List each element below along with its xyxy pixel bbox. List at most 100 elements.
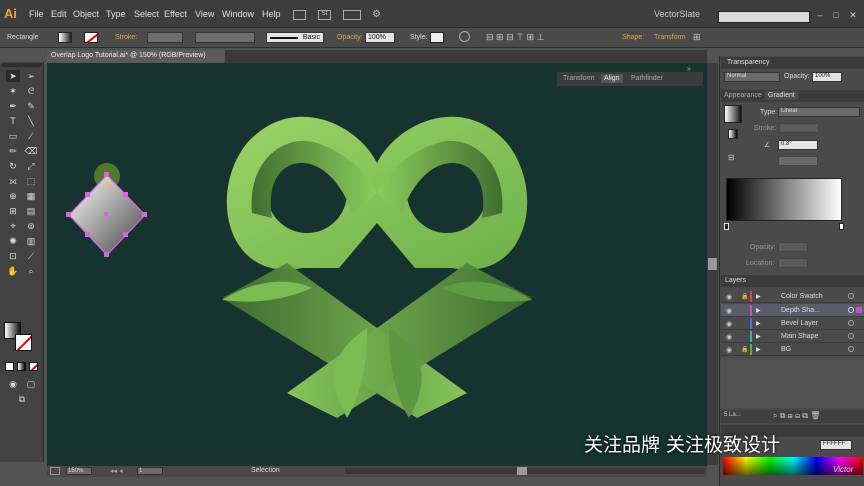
type-tool-icon[interactable]: T	[6, 115, 20, 127]
menu-select[interactable]: Select	[134, 9, 159, 19]
opacity-field[interactable]: 100%	[365, 32, 395, 43]
hand-tool-icon[interactable]: ✋	[6, 265, 20, 277]
layers-footer-icons[interactable]: ⌕ ⧉ ⊞ ⊟ ⧉ 🗑	[773, 411, 820, 421]
target-icon[interactable]	[848, 293, 854, 299]
gradient-preview-swatch[interactable]	[724, 105, 742, 123]
visibility-eye-icon[interactable]: ◉	[726, 320, 732, 328]
menu-file[interactable]: File	[29, 9, 44, 19]
color-mode-icon[interactable]	[5, 362, 14, 371]
search-input[interactable]	[718, 11, 810, 23]
menu-effect[interactable]: Effect	[164, 9, 187, 19]
bridge-icon[interactable]	[293, 10, 306, 20]
direct-selection-tool-icon[interactable]: ➢	[24, 70, 38, 82]
blend-mode-select[interactable]: Normal	[724, 72, 780, 82]
eraser-tool-icon[interactable]: ⌫	[24, 145, 38, 157]
layer-row[interactable]: ◉ 🔒 ▶ Color Swatch	[721, 290, 864, 303]
rectangle-tool-icon[interactable]: ▭	[6, 130, 20, 142]
tab-gradient[interactable]: Gradient	[765, 91, 798, 100]
hex-color-field[interactable]: FFFFFF	[820, 440, 852, 450]
target-icon[interactable]	[848, 320, 854, 326]
artboard-prev-icon[interactable]: ◂◂ ◂	[110, 467, 123, 475]
gradient-stop-left[interactable]	[724, 223, 729, 230]
lock-icon[interactable]: 🔒	[741, 293, 748, 300]
visibility-eye-icon[interactable]: ◉	[726, 346, 732, 354]
recolor-artwork-icon[interactable]	[459, 31, 470, 42]
line-tool-icon[interactable]: ╲	[24, 115, 38, 127]
mesh-tool-icon[interactable]: ⊞	[6, 205, 20, 217]
draw-mode-icon[interactable]: ◉	[6, 378, 20, 390]
layer-row[interactable]: ◉ ▶ Bevel Layer	[721, 317, 864, 330]
heart-logo-artwork[interactable]	[47, 63, 707, 465]
reverse-gradient-icon[interactable]	[728, 129, 738, 139]
graph-tool-icon[interactable]: ▥	[24, 235, 38, 247]
target-icon[interactable]	[848, 333, 854, 339]
tab-transform[interactable]: Transform	[560, 74, 598, 83]
pen-tool-icon[interactable]: ✒	[6, 100, 20, 112]
visibility-eye-icon[interactable]: ◉	[726, 293, 732, 301]
artboard-tool-icon[interactable]: ⊡	[6, 250, 20, 262]
shape-label[interactable]: Shape:	[622, 34, 644, 41]
visibility-eye-icon[interactable]: ◉	[726, 307, 732, 315]
stroke-swatch[interactable]	[84, 32, 98, 43]
artboard-field[interactable]: 1	[137, 467, 163, 475]
gradient-tool-icon[interactable]: ▤	[24, 205, 38, 217]
perspective-grid-tool-icon[interactable]: ▦	[24, 190, 38, 202]
magic-wand-tool-icon[interactable]: ✶	[6, 85, 20, 97]
eyedropper-tool-icon[interactable]: ⌖	[6, 220, 20, 232]
expand-arrow-icon[interactable]: ▶	[756, 333, 761, 340]
current-tool-status[interactable]: Selection	[251, 467, 280, 474]
tab-pathfinder[interactable]: Pathfinder	[628, 74, 666, 83]
stroke-label[interactable]: Stroke:	[115, 34, 137, 41]
horizontal-scroll-thumb[interactable]	[517, 467, 527, 475]
aspect-ratio-field[interactable]	[778, 156, 818, 166]
none-mode-icon[interactable]	[29, 362, 38, 371]
transparency-opacity-field[interactable]: 100%	[812, 72, 842, 82]
gradient-angle-field[interactable]: 0.8°	[778, 140, 818, 150]
gradient-opacity-field[interactable]	[778, 242, 808, 252]
brush-definition-field[interactable]: Basic	[266, 32, 324, 43]
expand-arrow-icon[interactable]: ▶	[756, 293, 761, 300]
style-swatch[interactable]	[430, 32, 444, 43]
menu-object[interactable]: Object	[73, 9, 99, 19]
menu-type[interactable]: Type	[106, 9, 126, 19]
stock-icon[interactable]: St	[318, 10, 331, 20]
scale-tool-icon[interactable]: ⤢	[24, 160, 38, 172]
zoom-field[interactable]: 150%	[66, 467, 92, 475]
paintbrush-tool-icon[interactable]: ∕	[24, 130, 38, 142]
close-button[interactable]: ✕	[846, 10, 860, 22]
tab-appearance[interactable]: Appearance	[724, 92, 762, 99]
stroke-color-icon[interactable]	[15, 334, 32, 351]
arrange-documents-icon[interactable]	[343, 10, 361, 20]
isolate-icon[interactable]: ⊞	[693, 32, 701, 43]
expand-arrow-icon[interactable]: ▶	[756, 307, 761, 314]
expand-arrow-icon[interactable]: ▶	[756, 320, 761, 327]
menu-window[interactable]: Window	[222, 9, 254, 19]
document-tab[interactable]: Overlap Logo Tutorial.ai* @ 150% (RGB/Pr…	[47, 50, 225, 63]
layer-row[interactable]: ◉ 🔒 ▶ BG	[721, 343, 864, 356]
curvature-tool-icon[interactable]: ✎	[24, 100, 38, 112]
slice-tool-icon[interactable]: ⟋	[24, 250, 38, 262]
expand-arrow-icon[interactable]: ▶	[756, 346, 761, 353]
transform-label[interactable]: Transform	[654, 34, 686, 41]
pencil-tool-icon[interactable]: ✏	[6, 145, 20, 157]
stroke-weight-field[interactable]	[147, 32, 183, 43]
visibility-eye-icon[interactable]: ◉	[726, 333, 732, 341]
lock-icon[interactable]: 🔒	[741, 346, 748, 353]
symbol-sprayer-tool-icon[interactable]: ✺	[6, 235, 20, 247]
gradient-mode-icon[interactable]	[17, 362, 26, 371]
align-buttons-icon[interactable]: ⊟ ⊞ ⊟ ⊤ ⊞ ⊥	[486, 32, 544, 43]
target-icon[interactable]	[848, 346, 854, 352]
fill-swatch[interactable]	[58, 32, 72, 43]
status-icon[interactable]	[50, 467, 60, 475]
minimize-button[interactable]: –	[813, 10, 827, 22]
collapse-icon[interactable]: »	[687, 66, 691, 73]
menu-help[interactable]: Help	[262, 9, 281, 19]
gradient-type-select[interactable]: Linear	[778, 107, 860, 117]
gpu-icon[interactable]: ⚙	[372, 9, 381, 20]
change-screen-mode-icon[interactable]: ⧉	[15, 393, 29, 405]
layer-row[interactable]: ◉ ▶ Depth Sha...	[721, 304, 864, 317]
opacity-label[interactable]: Opacity:	[337, 34, 363, 41]
rotate-tool-icon[interactable]: ↻	[6, 160, 20, 172]
lasso-tool-icon[interactable]: ᘓ	[24, 85, 38, 97]
gradient-slider-preview[interactable]	[726, 178, 842, 221]
